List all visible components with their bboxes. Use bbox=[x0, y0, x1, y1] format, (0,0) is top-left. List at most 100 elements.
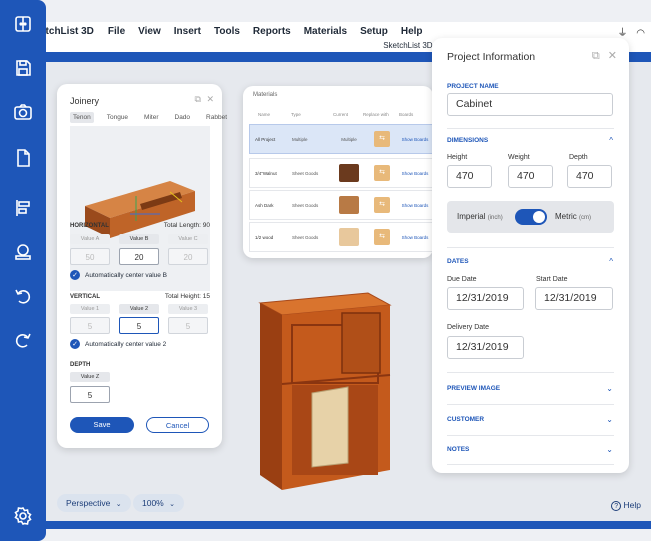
menu-file[interactable]: File bbox=[108, 26, 125, 37]
camera-icon[interactable] bbox=[7, 96, 39, 128]
chevron-down-icon: ⌄ bbox=[115, 501, 122, 508]
window-controls: ⧉ ✕ bbox=[195, 94, 215, 105]
chevron-up-icon[interactable]: ^ bbox=[609, 257, 613, 266]
cancel-button[interactable]: Cancel bbox=[146, 417, 209, 433]
chevron-down-icon[interactable]: ⌄ bbox=[606, 384, 613, 393]
auto-center-b-checkbox[interactable]: ✓ Automatically center value B bbox=[70, 270, 167, 280]
menu-insert[interactable]: Insert bbox=[174, 26, 201, 37]
left-sidebar bbox=[0, 0, 46, 541]
tab-miter[interactable]: Miter bbox=[141, 112, 161, 123]
align-icon[interactable] bbox=[7, 192, 39, 224]
value-z-label: Value Z bbox=[70, 372, 110, 382]
chevron-down-icon[interactable]: ⌄ bbox=[606, 445, 613, 454]
view-mode-label: Perspective bbox=[66, 498, 111, 508]
material-swatch bbox=[339, 228, 359, 246]
notes-section[interactable]: NOTES bbox=[447, 446, 469, 453]
undo-icon[interactable] bbox=[7, 280, 39, 312]
table-row[interactable]: 3/4"Walnut Sheet Goods ⇆ Show Boards bbox=[249, 158, 433, 188]
show-boards-link[interactable]: Show Boards bbox=[400, 203, 430, 208]
value-b-label: Value B bbox=[119, 234, 159, 244]
divider bbox=[447, 372, 614, 373]
value-1-label: Value 1 bbox=[70, 304, 110, 314]
value-c-input[interactable]: 20 bbox=[168, 248, 208, 265]
customer-section[interactable]: CUSTOMER bbox=[447, 416, 484, 423]
auto-center-2-checkbox[interactable]: ✓ Automatically center value 2 bbox=[70, 339, 166, 349]
row-type: Sheet Goods bbox=[292, 234, 319, 240]
tab-tenon[interactable]: Tenon bbox=[70, 112, 94, 123]
unit-toggle[interactable] bbox=[515, 209, 547, 225]
restore-icon[interactable]: ⧉ bbox=[592, 50, 600, 62]
row-type: Sheet Goods bbox=[292, 170, 319, 176]
value-b-input[interactable]: 20 bbox=[119, 248, 159, 265]
divider bbox=[447, 435, 614, 436]
materials-title: Materials bbox=[253, 92, 278, 98]
divider bbox=[447, 404, 614, 405]
save-icon[interactable] bbox=[7, 52, 39, 84]
value-2-input[interactable]: 5 bbox=[119, 317, 159, 334]
view-mode-dropdown[interactable]: Perspective ⌄ bbox=[57, 494, 131, 512]
restore-icon[interactable]: ⧉ bbox=[195, 94, 201, 104]
show-boards-link[interactable]: Show Boards bbox=[400, 171, 430, 176]
chevron-down-icon[interactable]: ⌄ bbox=[606, 415, 613, 424]
tab-tongue[interactable]: Tongue bbox=[104, 112, 131, 123]
copy-icon[interactable] bbox=[7, 142, 39, 174]
value-a-input[interactable]: 50 bbox=[70, 248, 110, 265]
table-row[interactable]: Ash Dark Sheet Goods ⇆ Show Boards bbox=[249, 190, 433, 220]
redo-icon[interactable] bbox=[7, 324, 39, 356]
zoom-dropdown[interactable]: 100% ⌄ bbox=[133, 494, 184, 512]
auto-center-2-label: Automatically center value 2 bbox=[85, 340, 167, 348]
horizontal-total: Total Length: 90 bbox=[163, 222, 210, 229]
help-link[interactable]: ? Help bbox=[611, 500, 641, 511]
weight-label: Weight bbox=[508, 154, 530, 161]
start-date-label: Start Date bbox=[536, 276, 568, 283]
chevron-up-icon[interactable]: ^ bbox=[609, 136, 613, 145]
show-boards-link[interactable]: Show Boards bbox=[400, 137, 430, 142]
table-row[interactable]: 1/2 wood Sheet Goods ⇆ Show Boards bbox=[249, 222, 433, 252]
joinery-title: Joinery bbox=[70, 96, 100, 106]
height-input[interactable]: 470 bbox=[447, 165, 492, 188]
wifi-icon: ◠ bbox=[636, 28, 645, 39]
row-name: All Project bbox=[255, 136, 276, 142]
row-name: 1/2 wood bbox=[255, 234, 274, 240]
settings-icon[interactable] bbox=[7, 500, 39, 532]
replace-icon[interactable]: ⇆ bbox=[374, 197, 390, 213]
replace-icon[interactable]: ⇆ bbox=[374, 131, 390, 147]
project-name-label: PROJECT NAME bbox=[447, 83, 499, 90]
delivery-date-label: Delivery Date bbox=[447, 324, 490, 331]
preview-image-section[interactable]: PREVIEW IMAGE bbox=[447, 385, 500, 392]
menu-tools[interactable]: Tools bbox=[214, 26, 240, 37]
menu-setup[interactable]: Setup bbox=[360, 26, 388, 37]
footer-bar bbox=[46, 521, 651, 529]
tab-rabbet[interactable]: Rabbet bbox=[203, 112, 230, 123]
close-icon[interactable]: ✕ bbox=[608, 50, 617, 62]
delivery-date-input[interactable]: 12/31/2019 bbox=[447, 336, 524, 359]
menu-materials[interactable]: Materials bbox=[304, 26, 347, 37]
layout-icon[interactable] bbox=[7, 8, 39, 40]
value-1-input[interactable]: 5 bbox=[70, 317, 110, 334]
value-3-input[interactable]: 5 bbox=[168, 317, 208, 334]
cabinet-3d-model[interactable] bbox=[250, 285, 400, 495]
value-z-input[interactable]: 5 bbox=[70, 386, 110, 403]
show-boards-link[interactable]: Show Boards bbox=[400, 235, 430, 240]
table-row[interactable]: All Project Multiple Multiple ⇆ Show Boa… bbox=[249, 124, 433, 154]
vertical-total: Total Height: 15 bbox=[164, 293, 210, 300]
tab-dado[interactable]: Dado bbox=[172, 112, 194, 123]
materials-panel: Materials Name Type Current Replace with… bbox=[243, 86, 433, 258]
replace-icon[interactable]: ⇆ bbox=[374, 229, 390, 245]
help-icon: ? bbox=[611, 501, 622, 511]
project-name-input[interactable]: Cabinet bbox=[447, 93, 613, 116]
due-date-input[interactable]: 12/31/2019 bbox=[447, 287, 524, 310]
project-info-panel: Project Information ⧉ ✕ PROJECT NAME Cab… bbox=[432, 38, 629, 473]
start-date-input[interactable]: 12/31/2019 bbox=[535, 287, 613, 310]
menu-help[interactable]: Help bbox=[401, 26, 423, 37]
materials-table-header: Name Type Current Replace with Boards bbox=[249, 108, 433, 120]
wrap-icon[interactable] bbox=[7, 236, 39, 268]
value-c-label: Value C bbox=[168, 234, 208, 244]
close-icon[interactable]: ✕ bbox=[206, 94, 214, 104]
depth-input[interactable]: 470 bbox=[567, 165, 612, 188]
save-button[interactable]: Save bbox=[70, 417, 134, 433]
replace-icon[interactable]: ⇆ bbox=[374, 165, 390, 181]
weight-input[interactable]: 470 bbox=[508, 165, 553, 188]
menu-view[interactable]: View bbox=[138, 26, 161, 37]
menu-reports[interactable]: Reports bbox=[253, 26, 291, 37]
